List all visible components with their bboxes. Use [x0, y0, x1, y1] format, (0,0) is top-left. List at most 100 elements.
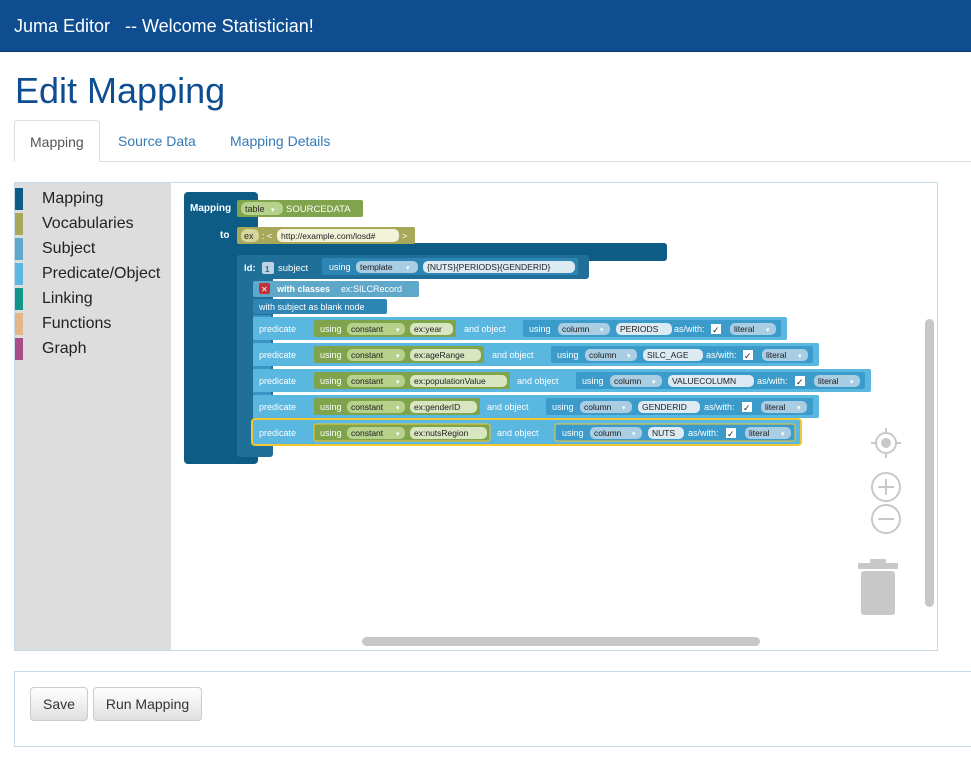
svg-text:constant: constant [351, 376, 384, 386]
svg-text:using: using [529, 324, 551, 334]
svg-text:▾: ▾ [797, 405, 801, 412]
category-color-swatch [15, 188, 23, 210]
svg-text:predicate: predicate [259, 376, 296, 386]
table-block[interactable]: table ▾ SOURCEDATA [237, 200, 363, 217]
zoom-out-icon[interactable] [868, 501, 904, 537]
svg-text:▾: ▾ [798, 353, 802, 360]
svg-text:as/with:: as/with: [704, 402, 735, 412]
chevron-down-icon: ▾ [406, 265, 410, 272]
toolbox-item-vocabularies[interactable]: Vocabularies [15, 213, 171, 235]
svg-text:▾: ▾ [766, 327, 770, 334]
toolbox-item-subject[interactable]: Subject [15, 238, 171, 260]
horizontal-scrollbar[interactable] [362, 637, 760, 646]
tab-mapping-details[interactable]: Mapping Details [215, 120, 345, 162]
toolbox-item-graph[interactable]: Graph [15, 338, 171, 360]
prefix-dropdown-label: ex [244, 231, 254, 241]
svg-text:✓: ✓ [727, 429, 735, 439]
vertical-scrollbar[interactable] [925, 319, 934, 607]
svg-text:✓: ✓ [743, 403, 751, 413]
svg-text:column: column [589, 350, 617, 360]
svg-text:and object: and object [492, 350, 534, 360]
predicate-block[interactable]: predicate using constant ex:genderID and… [253, 395, 819, 418]
svg-text:literal: literal [766, 350, 786, 360]
toolbox-label: Graph [42, 340, 87, 357]
trash-icon[interactable] [855, 559, 901, 617]
svg-text:▾: ▾ [850, 379, 854, 386]
toolbox-label: Mapping [42, 190, 104, 207]
svg-text:▾: ▾ [622, 405, 626, 412]
svg-text:ex:genderID: ex:genderID [414, 402, 460, 412]
svg-text:✓: ✓ [712, 325, 720, 335]
svg-text:PERIODS: PERIODS [620, 324, 659, 334]
svg-text:▾: ▾ [396, 379, 400, 386]
run-mapping-button[interactable]: Run Mapping [93, 687, 202, 721]
svg-text:{NUTS}{PERIODS}{GENDERID}: {NUTS}{PERIODS}{GENDERID} [427, 262, 550, 272]
target-icon[interactable] [868, 425, 904, 461]
predicate-block[interactable]: predicate using constant ex:year and obj… [253, 317, 787, 340]
toolbox-item-predicate-object[interactable]: Predicate/Object [15, 263, 171, 285]
svg-text:template: template [360, 262, 393, 272]
class-value: ex:SILCRecord [341, 284, 402, 294]
svg-text:predicate: predicate [259, 324, 296, 334]
category-color-swatch [15, 338, 23, 360]
svg-text:▾: ▾ [396, 353, 400, 360]
svg-text:with classes: with classes [276, 284, 330, 294]
tab-source-data[interactable]: Source Data [103, 120, 211, 162]
category-color-swatch [15, 238, 23, 260]
svg-text:as/with:: as/with: [688, 428, 719, 438]
blank-node-block[interactable]: with subject as blank node [253, 299, 387, 314]
svg-text:and object: and object [517, 376, 559, 386]
svg-text:predicate: predicate [259, 428, 296, 438]
svg-text:✓: ✓ [796, 377, 804, 387]
top-navbar: Juma Editor -- Welcome Statistician! [0, 0, 971, 52]
svg-text:ex:year: ex:year [414, 324, 442, 334]
svg-text:using: using [582, 376, 604, 386]
source-name: SOURCEDATA [286, 204, 351, 215]
svg-text:predicate: predicate [259, 350, 296, 360]
svg-text:literal: literal [749, 428, 769, 438]
svg-text:using: using [320, 350, 342, 360]
subject-label: subject [278, 263, 308, 274]
svg-text:▾: ▾ [396, 405, 400, 412]
to-label: to [220, 230, 229, 241]
svg-text:▾: ▾ [781, 431, 785, 438]
toolbox-item-linking[interactable]: Linking [15, 288, 171, 310]
toolbox: Mapping Vocabularies Subject Predicate/O… [15, 183, 171, 650]
chevron-down-icon: ▾ [271, 207, 275, 214]
category-color-swatch [15, 263, 23, 285]
toolbox-item-mapping[interactable]: Mapping [15, 188, 171, 210]
svg-text:using: using [552, 402, 574, 412]
toolbox-item-functions[interactable]: Functions [15, 313, 171, 335]
svg-text:▾: ▾ [627, 353, 631, 360]
svg-text:as/with:: as/with: [757, 376, 788, 386]
save-button[interactable]: Save [30, 687, 88, 721]
prefix-block[interactable]: ex : < http://example.com/losd# > [237, 227, 415, 244]
prefix-close: > [402, 231, 407, 241]
svg-text:1: 1 [265, 265, 270, 274]
predicate-block[interactable]: predicate using constant ex:ageRange and… [253, 343, 819, 366]
blockly-workspace[interactable]: Mapping Vocabularies Subject Predicate/O… [14, 182, 938, 651]
predicate-block[interactable]: predicate using constant ex:populationVa… [253, 369, 871, 392]
tab-mapping[interactable]: Mapping [14, 120, 100, 162]
predicate-block-selected[interactable]: predicate using constant ex:nutsRegion a… [251, 418, 802, 446]
mapping-label: Mapping [190, 203, 231, 214]
svg-text:literal: literal [818, 376, 838, 386]
brand-logo[interactable]: Juma Editor [14, 16, 110, 37]
welcome-text: -- Welcome Statistician! [125, 16, 314, 36]
svg-text:SILC_AGE: SILC_AGE [647, 350, 689, 360]
svg-text:▾: ▾ [396, 431, 400, 438]
toolbox-label: Linking [42, 290, 93, 307]
id-label: Id: [244, 263, 256, 274]
svg-text:constant: constant [351, 324, 384, 334]
classes-block[interactable]: ✕ with classes ex:SILCRecord [253, 281, 419, 297]
svg-text:✓: ✓ [744, 351, 752, 361]
svg-text:constant: constant [351, 402, 384, 412]
blockly-canvas[interactable]: Mapping to table ▾ SOURCEDATA ex : < htt… [171, 183, 937, 650]
svg-text:▾: ▾ [396, 327, 400, 334]
svg-text:as/with:: as/with: [674, 324, 705, 334]
category-color-swatch [15, 213, 23, 235]
zoom-in-icon[interactable] [868, 469, 904, 505]
svg-text:✕: ✕ [261, 285, 268, 294]
svg-text:using: using [320, 324, 342, 334]
svg-text:using: using [320, 402, 342, 412]
